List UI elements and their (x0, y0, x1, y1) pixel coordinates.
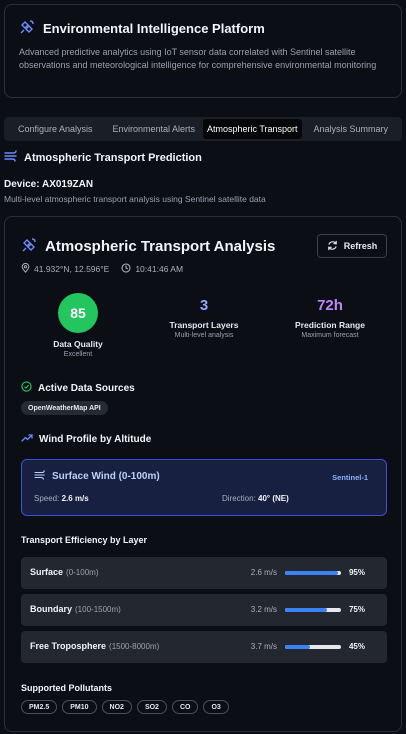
wind-speed-label: Speed: (34, 494, 60, 503)
platform-description: Advanced predictive analytics using IoT … (19, 47, 377, 70)
wind-direction: Direction: 40° (NE) (222, 494, 289, 503)
layer-name: Free Troposphere (1500-8000m) (30, 641, 159, 651)
pollutants-heading: Supported Pollutants (21, 683, 112, 693)
pollutant-badge: O3 (203, 700, 229, 714)
source-badge: OpenWeatherMap API (21, 401, 108, 415)
wind-profile-header: Wind Profile by Altitude (21, 433, 151, 446)
prediction-range-stat: 72h Prediction Range Maximum forecast (275, 293, 385, 339)
quality-sub: Excellent (63, 351, 93, 358)
transport-layers-stat: 3 Transport Layers Multi-level analysis (149, 293, 259, 339)
layer-percent: 75% (348, 605, 365, 614)
layer-speed: 3.2 m/s (250, 605, 277, 614)
tab-bar: Configure Analysis Environmental Alerts … (4, 117, 402, 141)
wind-icon (34, 470, 46, 483)
layers-value: 3 (199, 297, 209, 314)
platform-header: Environmental Intelligence Platform Adva… (4, 4, 402, 98)
satellite-icon (19, 19, 35, 38)
layers-sub: Multi-level analysis (174, 332, 234, 339)
efficiency-heading: Transport Efficiency by Layer (21, 535, 148, 545)
map-pin-icon (21, 263, 30, 275)
trend-up-icon (21, 433, 33, 446)
layer-name-text: Free Troposphere (30, 641, 107, 651)
pollutant-badge: NO2 (101, 700, 132, 714)
transport-analysis-card: Atmospheric Transport Analysis Refresh 4… (4, 216, 402, 732)
wind-speed-value: 2.6 m/s (61, 494, 89, 503)
layer-row-boundary: Boundary (100-1500m) 3.2 m/s 75% (21, 594, 387, 626)
efficiency-bar-fill (285, 645, 311, 649)
wind-card-header: Surface Wind (0-100m) (34, 470, 374, 483)
data-quality-stat: 85 Data Quality Excellent (23, 293, 133, 358)
pollutant-badge: CO (171, 700, 199, 714)
tab-analysis-summary[interactable]: Analysis Summary (302, 119, 401, 139)
platform-title: Environmental Intelligence Platform (43, 21, 265, 36)
section-title: Atmospheric Transport Prediction (24, 151, 202, 164)
analysis-meta: 41.932°N, 12.596°E 10:41:46 AM (21, 263, 183, 275)
efficiency-bar-fill (285, 608, 327, 612)
pollutant-badge: PM2.5 (21, 700, 58, 714)
layer-percent: 45% (348, 642, 365, 651)
layer-row-free-troposphere: Free Troposphere (1500-8000m) 3.7 m/s 45% (21, 631, 387, 663)
layer-row-surface: Surface (0-100m) 2.6 m/s 95% (21, 557, 387, 589)
section-header: Atmospheric Transport Prediction (4, 150, 202, 165)
location-meta: 41.932°N, 12.596°E (21, 263, 109, 275)
efficiency-bar (285, 645, 341, 649)
layer-range: (1500-8000m) (109, 642, 160, 651)
layer-name: Surface (0-100m) (30, 567, 98, 577)
header-title-row: Environmental Intelligence Platform (19, 19, 387, 38)
layer-name-text: Surface (30, 567, 64, 577)
data-sources-header: Active Data Sources (21, 381, 135, 395)
wind-direction-value: 40° (NE) (258, 494, 289, 503)
wind-speed: Speed: 2.6 m/s (34, 494, 89, 503)
layer-name-text: Boundary (30, 604, 73, 614)
tab-environmental-alerts[interactable]: Environmental Alerts (105, 119, 204, 139)
tab-configure-analysis[interactable]: Configure Analysis (6, 119, 105, 139)
layer-range: (100-1500m) (75, 605, 121, 614)
surface-wind-card: Surface Wind (0-100m) Sentinel-1 Speed: … (21, 459, 387, 516)
layer-percent: 95% (348, 568, 365, 577)
analysis-title-row: Atmospheric Transport Analysis (21, 237, 275, 256)
check-circle-icon (21, 381, 32, 395)
tab-atmospheric-transport[interactable]: Atmospheric Transport (203, 119, 302, 139)
pollutant-list: PM2.5 PM10 NO2 SO2 CO O3 (21, 700, 229, 714)
refresh-button[interactable]: Refresh (317, 234, 387, 258)
time-meta: 10:41:46 AM (121, 263, 183, 275)
analysis-title: Atmospheric Transport Analysis (45, 238, 276, 255)
wind-layer-title: Surface Wind (0-100m) (52, 471, 160, 482)
satellite-icon (21, 237, 37, 256)
quality-label: Data Quality (53, 339, 103, 349)
layer-speed: 2.6 m/s (250, 568, 277, 577)
range-value: 72h (317, 297, 343, 314)
pollutant-badge: PM10 (62, 700, 97, 714)
range-sub: Maximum forecast (301, 332, 359, 339)
layer-speed: 3.7 m/s (250, 642, 277, 651)
data-sources-heading: Active Data Sources (38, 382, 135, 394)
refresh-icon (327, 240, 338, 253)
layer-range: (0-100m) (66, 568, 99, 577)
efficiency-bar (285, 608, 341, 612)
device-description: Multi-level atmospheric transport analys… (4, 194, 266, 204)
timestamp: 10:41:46 AM (135, 264, 184, 274)
efficiency-bar (285, 571, 341, 575)
layer-name: Boundary (100-1500m) (30, 604, 121, 614)
efficiency-bar-fill (285, 571, 339, 575)
quality-score: 85 (58, 293, 98, 333)
wind-source-badge: Sentinel-1 (332, 473, 368, 482)
pollutant-badge: SO2 (136, 700, 167, 714)
range-label: Prediction Range (295, 320, 365, 330)
wind-profile-heading: Wind Profile by Altitude (39, 434, 152, 445)
coordinates: 41.932°N, 12.596°E (34, 264, 110, 274)
device-label: Device: AX019ZAN (4, 179, 94, 190)
wind-direction-label: Direction: (222, 494, 256, 503)
clock-icon (121, 263, 131, 275)
refresh-label: Refresh (343, 241, 378, 251)
layers-label: Transport Layers (169, 320, 239, 330)
wind-icon (4, 150, 18, 165)
